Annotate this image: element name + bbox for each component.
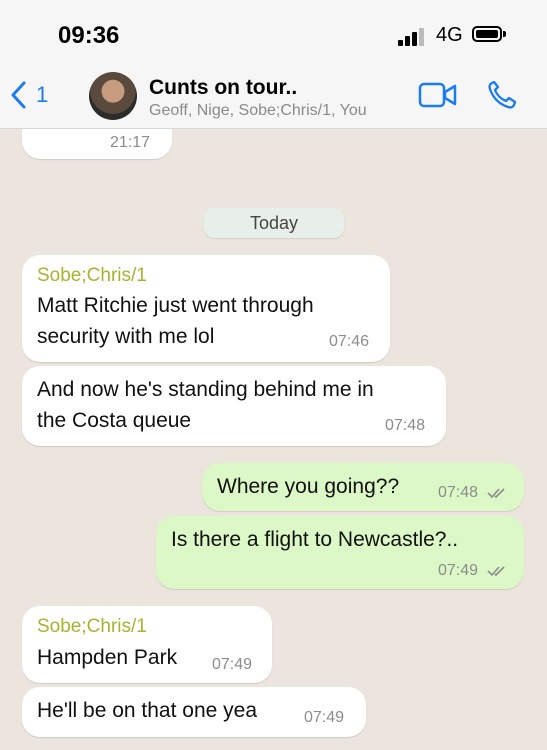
status-bar: 09:36 4G bbox=[0, 0, 547, 62]
message-text: Where you going?? bbox=[217, 475, 400, 498]
video-call-icon[interactable] bbox=[418, 82, 458, 108]
unread-count: 1 bbox=[36, 82, 49, 107]
message-time: 07:49 bbox=[304, 709, 345, 726]
message-time: 07:46 bbox=[329, 333, 370, 350]
phone-call-icon[interactable] bbox=[486, 80, 518, 110]
back-button[interactable]: 1 bbox=[8, 78, 48, 112]
message-time: 07:49 bbox=[438, 562, 507, 580]
message-text: Is there a flight to Newcastle?.. bbox=[171, 528, 459, 551]
chat-participants[interactable]: Geoff, Nige, Sobe;Chris/1, You bbox=[149, 102, 367, 120]
date-separator: Today bbox=[204, 208, 344, 238]
message-bubble[interactable]: Sobe;Chris/1 Hampden Park 07:49 bbox=[22, 606, 272, 683]
message-bubble[interactable]: Where you going?? 07:48 bbox=[202, 463, 524, 511]
message-time: 07:48 bbox=[438, 484, 507, 502]
double-check-icon bbox=[486, 488, 505, 498]
chat-title[interactable]: Cunts on tour.. bbox=[149, 76, 297, 100]
battery-icon bbox=[472, 26, 506, 42]
message-text: Matt Ritchie just went through bbox=[37, 294, 314, 317]
message-text: And now he's standing behind me in bbox=[37, 378, 374, 401]
status-time: 09:36 bbox=[58, 22, 120, 49]
chevron-left-icon bbox=[11, 81, 26, 109]
double-check-icon bbox=[486, 566, 505, 576]
group-avatar[interactable] bbox=[89, 72, 137, 120]
message-sender[interactable]: Sobe;Chris/1 bbox=[37, 265, 147, 287]
message-time-label: 07:48 bbox=[438, 484, 479, 501]
message-time: 07:48 bbox=[385, 417, 426, 434]
message-text: security with me lol bbox=[37, 325, 215, 348]
chat-area[interactable]: 21:17 Today Sobe;Chris/1 Matt Ritchie ju… bbox=[0, 129, 547, 750]
message-time-label: 07:49 bbox=[438, 562, 479, 579]
message-bubble[interactable]: He'll be on that one yea 07:49 bbox=[22, 687, 366, 737]
message-bubble[interactable]: Sobe;Chris/1 Matt Ritchie just went thro… bbox=[22, 255, 390, 362]
message-text: He'll be on that one yea bbox=[37, 699, 257, 722]
network-label: 4G bbox=[436, 24, 463, 46]
message-bubble[interactable]: Is there a flight to Newcastle?.. 07:49 bbox=[156, 516, 524, 589]
message-text: Hampden Park bbox=[37, 646, 178, 669]
signal-icon bbox=[398, 28, 426, 46]
message-sender[interactable]: Sobe;Chris/1 bbox=[37, 616, 147, 638]
message-time: 07:49 bbox=[212, 656, 253, 673]
chat-header: 1 Cunts on tour.. Geoff, Nige, Sobe;Chri… bbox=[0, 62, 547, 129]
message-time: 21:17 bbox=[110, 134, 151, 151]
message-bubble[interactable]: 21:17 bbox=[22, 129, 172, 159]
message-text: the Costa queue bbox=[37, 409, 192, 432]
message-bubble[interactable]: And now he's standing behind me in the C… bbox=[22, 366, 446, 446]
